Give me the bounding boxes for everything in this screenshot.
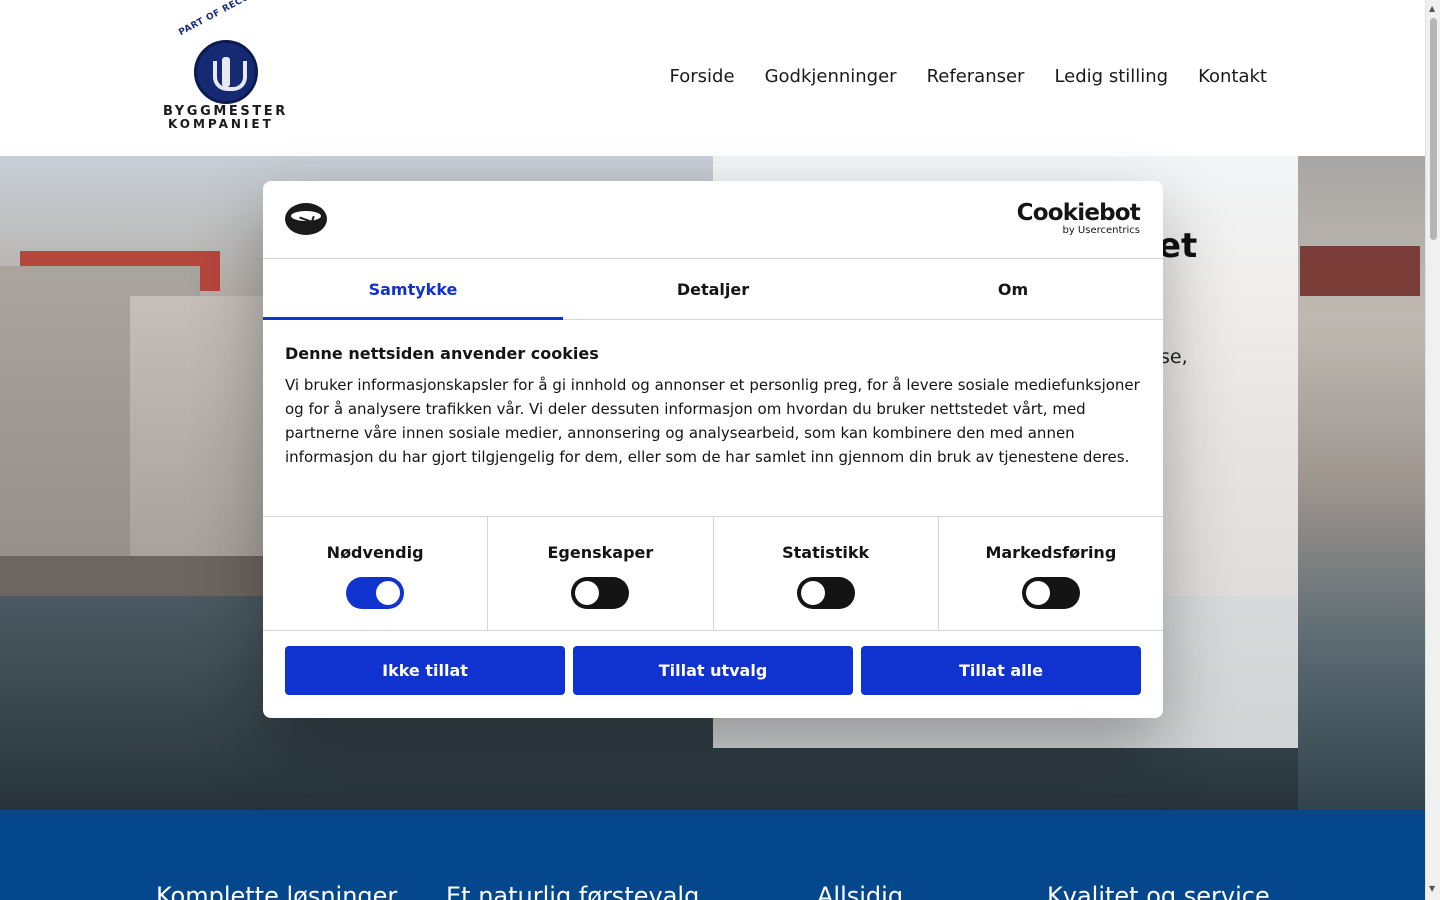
toggle-group-nodvendig: Nødvendig (263, 517, 489, 630)
toggle-group-markedsforing: Markedsføring (939, 517, 1163, 630)
feature-heading: Et naturlig førstevalg (446, 882, 700, 900)
toggle-label: Egenskaper (547, 543, 654, 562)
hero-title: et (1158, 226, 1198, 266)
scroll-up-icon[interactable]: ▲ (1429, 4, 1435, 13)
main-nav: Forside Godkjenninger Referanser Ledig s… (670, 66, 1267, 87)
toggle-markedsforing[interactable] (1021, 577, 1080, 609)
allow-all-button[interactable]: Tillat alle (861, 646, 1141, 695)
toggle-group-statistikk: Statistikk (714, 517, 939, 630)
logo-arc-text: PART OF RECOVER (177, 0, 271, 38)
cookiebot-brand[interactable]: Cookiebot by Usercentrics (1016, 200, 1141, 236)
toggle-label: Nødvendig (326, 543, 424, 562)
logo-word-2: KOMPANIET (168, 117, 274, 131)
brand-byline: by Usercentrics (1062, 225, 1140, 236)
tab-detaljer[interactable]: Detaljer (563, 259, 863, 319)
feature-heading: Allsidig (817, 882, 904, 900)
site-logo[interactable]: PART OF RECOVER BYGGMESTER KOMPANIET (160, 0, 292, 132)
nav-link-godkjenninger[interactable]: Godkjenninger (765, 66, 897, 87)
dialog-body: Denne nettsiden anvender cookies Vi bruk… (285, 344, 1145, 469)
tab-samtykke[interactable]: Samtykke (263, 259, 563, 320)
cookie-consent-dialog: Cookiebot by Usercentrics Samtykke Detal… (263, 181, 1163, 718)
consent-toggles: Nødvendig Egenskaper Statistikk Markedsf… (263, 516, 1163, 631)
toggle-egenskaper[interactable] (571, 577, 630, 609)
dialog-description: Vi bruker informasjonskapsler for å gi i… (285, 376, 1140, 466)
dialog-title: Denne nettsiden anvender cookies (285, 344, 599, 363)
scroll-down-icon[interactable]: ▼ (1429, 884, 1435, 893)
allow-selection-button[interactable]: Tillat utvalg (573, 646, 853, 695)
dialog-header: Cookiebot by Usercentrics (263, 181, 1163, 259)
site-cookie-logo-icon (285, 203, 327, 235)
nav-link-forside[interactable]: Forside (670, 66, 735, 87)
toggle-label: Markedsføring (985, 543, 1117, 562)
tab-om[interactable]: Om (863, 259, 1163, 319)
hero-image-roof (1300, 246, 1420, 296)
toggle-statistikk[interactable] (796, 577, 855, 609)
dialog-actions: Ikke tillat Tillat utvalg Tillat alle (285, 646, 1141, 695)
hero-text: se, (1160, 346, 1188, 368)
brand-name: Cookiebot (1016, 200, 1141, 226)
nav-link-referanser[interactable]: Referanser (927, 66, 1025, 87)
toggle-label: Statistikk (782, 543, 870, 562)
dialog-tabs: Samtykke Detaljer Om (263, 259, 1163, 320)
feature-band: Komplette løsninger Et naturlig førsteva… (0, 810, 1425, 900)
logo-emblem-icon (194, 40, 258, 104)
feature-heading: Kvalitet og service (1047, 882, 1270, 900)
site-header: PART OF RECOVER BYGGMESTER KOMPANIET For… (0, 0, 1425, 156)
deny-button[interactable]: Ikke tillat (285, 646, 565, 695)
page-scrollbar[interactable]: ▲ ▼ (1425, 0, 1440, 900)
scrollbar-thumb[interactable] (1430, 18, 1437, 240)
toggle-nodvendig[interactable] (346, 577, 405, 609)
feature-heading: Komplette løsninger (156, 882, 398, 900)
toggle-group-egenskaper: Egenskaper (488, 517, 714, 630)
nav-link-kontakt[interactable]: Kontakt (1198, 66, 1267, 87)
nav-link-ledig-stilling[interactable]: Ledig stilling (1054, 66, 1168, 87)
